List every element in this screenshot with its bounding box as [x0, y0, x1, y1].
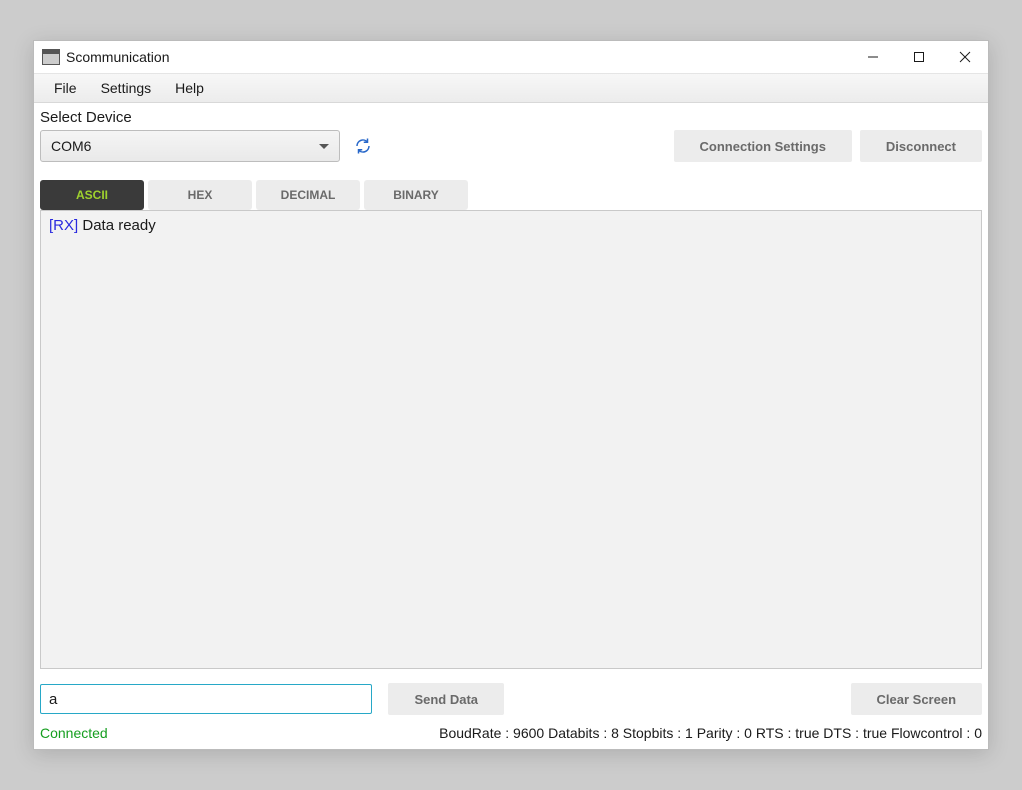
clear-screen-button[interactable]: Clear Screen: [851, 683, 983, 715]
titlebar: Scommunication: [34, 41, 988, 73]
send-input[interactable]: [40, 684, 372, 714]
send-row: Send Data Clear Screen: [40, 683, 982, 715]
refresh-button[interactable]: [348, 131, 378, 161]
refresh-icon: [354, 137, 372, 155]
close-icon: [959, 51, 971, 63]
terminal-output[interactable]: [RX] Data ready: [40, 210, 982, 669]
tab-ascii[interactable]: ASCII: [40, 180, 144, 210]
window-controls: [850, 41, 988, 73]
device-dropdown-value: COM6: [51, 138, 91, 154]
connection-details: BoudRate : 9600 Databits : 8 Stopbits : …: [439, 725, 982, 741]
rx-prefix: [RX]: [49, 217, 78, 234]
content-area: Select Device COM6 Connection Settings D…: [34, 103, 988, 749]
menu-settings[interactable]: Settings: [89, 76, 164, 100]
maximize-button[interactable]: [896, 41, 942, 73]
app-window: Scommunication File Settings Help Select…: [33, 40, 989, 750]
select-device-label: Select Device: [40, 109, 982, 126]
tab-decimal[interactable]: DECIMAL: [256, 180, 360, 210]
tab-binary[interactable]: BINARY: [364, 180, 468, 210]
device-dropdown[interactable]: COM6: [40, 130, 340, 162]
window-title: Scommunication: [66, 49, 850, 65]
tab-hex[interactable]: HEX: [148, 180, 252, 210]
menu-file[interactable]: File: [42, 76, 89, 100]
menubar: File Settings Help: [34, 73, 988, 103]
connection-settings-button[interactable]: Connection Settings: [674, 130, 852, 162]
app-icon: [42, 49, 60, 65]
send-data-button[interactable]: Send Data: [388, 683, 504, 715]
device-row: COM6 Connection Settings Disconnect: [40, 130, 982, 162]
format-tabs: ASCII HEX DECIMAL BINARY: [40, 180, 982, 210]
connection-status: Connected: [40, 725, 108, 741]
minimize-icon: [867, 51, 879, 63]
status-bar: Connected BoudRate : 9600 Databits : 8 S…: [40, 725, 982, 741]
chevron-down-icon: [319, 144, 329, 149]
disconnect-button[interactable]: Disconnect: [860, 130, 982, 162]
maximize-icon: [913, 51, 925, 63]
menu-help[interactable]: Help: [163, 76, 216, 100]
close-button[interactable]: [942, 41, 988, 73]
minimize-button[interactable]: [850, 41, 896, 73]
terminal-line: Data ready: [82, 217, 155, 234]
